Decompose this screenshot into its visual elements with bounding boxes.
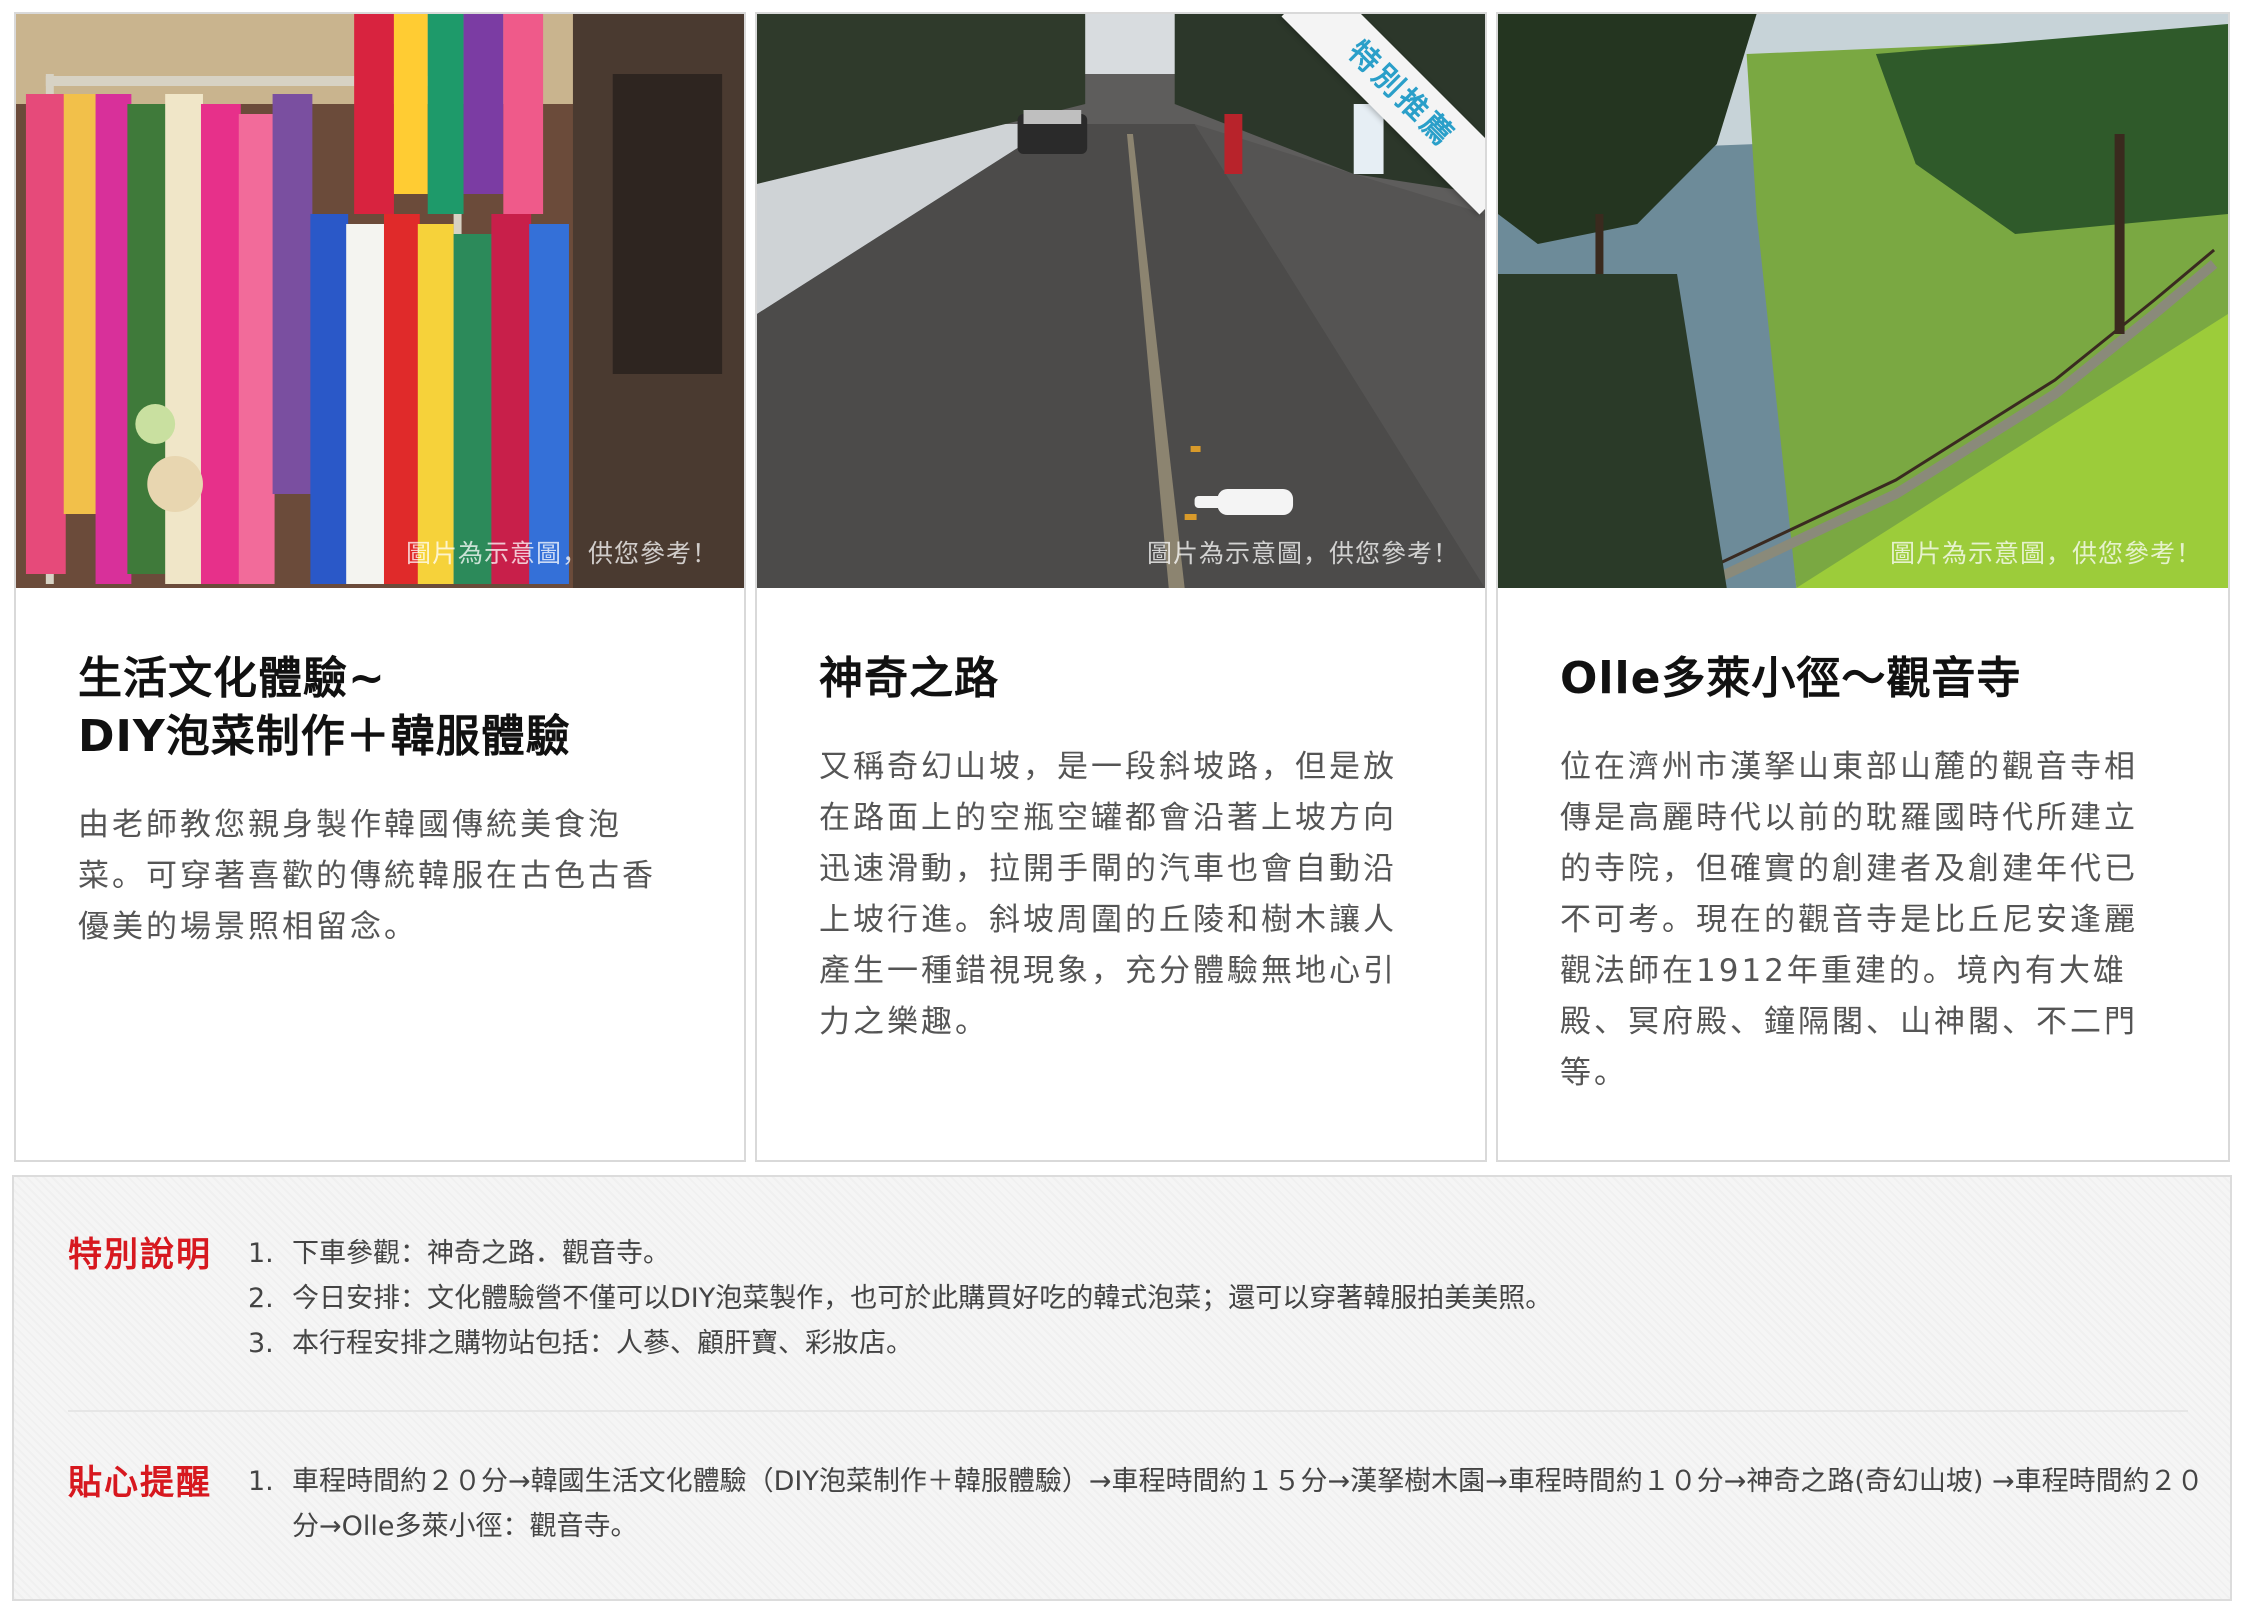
hanbok-illustration: [16, 14, 744, 588]
list-item-number: 1.: [248, 1466, 274, 1497]
section-divider: [68, 1410, 2188, 1412]
reminders-heading: 貼心提醒: [68, 1463, 212, 1503]
recommended-ribbon: 特別推薦: [1275, 14, 1485, 224]
photo-disclaimer: 圖片為示意圖，供您參考！: [1146, 539, 1459, 568]
card-title-line1: 生活文化體驗~: [78, 653, 386, 704]
photo-disclaimer: 圖片為示意圖，供您參考！: [405, 539, 718, 568]
card-description: 由老師教您親身製作韓國傳統美食泡菜。可穿著喜歡的傳統韓服在古色古香優美的場景照相…: [78, 807, 656, 945]
card-description: 位在濟州市漢拏山東部山麓的觀音寺相傳是高麗時代以前的耽羅國時代所建立的寺院，但確…: [1560, 749, 2138, 1091]
list-item-number: 3.: [248, 1328, 274, 1359]
coast-illustration: [1498, 14, 2228, 588]
card-description: 又稱奇幻山坡，是一段斜坡路，但是放在路面上的空瓶空罐都會沿著上坡方向迅速滑動，拉…: [819, 749, 1397, 1040]
hanbok-rack-photo: 圖片為示意圖，供您參考！: [16, 14, 744, 588]
attraction-cards: 圖片為示意圖，供您參考！ 生活文化體驗~ DIY泡菜制作＋韓服體驗 由老師教您親…: [14, 12, 2230, 1162]
olle-trail-photo: 圖片為示意圖，供您參考！: [1498, 14, 2228, 588]
list-item-text: 本行程安排之購物站包括：人蔘、顧肝寶、彩妝店。: [292, 1328, 913, 1359]
list-item-text: 車程時間約２０分→韓國生活文化體驗（DIY泡菜制作＋韓服體驗）→車程時間約１５分…: [292, 1466, 2204, 1542]
card-title[interactable]: 生活文化體驗~ DIY泡菜制作＋韓服體驗: [78, 650, 682, 766]
list-item-text: 今日安排：文化體驗營不僅可以DIY泡菜製作，也可於此購買好吃的韓式泡菜；還可以穿…: [292, 1283, 1553, 1314]
recommended-label: 特別推薦: [1281, 14, 1485, 215]
list-item-text: 下車參觀：神奇之路．觀音寺。: [292, 1238, 670, 1269]
card-title[interactable]: 神奇之路: [819, 650, 1423, 708]
card-olle-trail[interactable]: 圖片為示意圖，供您參考！ Olle多萊小徑～觀音寺 位在濟州市漢拏山東部山麓的觀…: [1496, 12, 2230, 1162]
list-item: 3. 本行程安排之購物站包括：人蔘、顧肝寶、彩妝店。: [248, 1321, 2208, 1366]
special-notes-list: 1. 下車參觀：神奇之路．觀音寺。 2. 今日安排：文化體驗營不僅可以DIY泡菜…: [248, 1231, 2208, 1366]
list-item: 1. 車程時間約２０分→韓國生活文化體驗（DIY泡菜制作＋韓服體驗）→車程時間約…: [248, 1459, 2208, 1549]
mystery-road-photo: 特別推薦 圖片為示意圖，供您參考！: [757, 14, 1485, 588]
card-mystery-road[interactable]: 特別推薦 圖片為示意圖，供您參考！ 神奇之路 又稱奇幻山坡，是一段斜坡路，但是放…: [755, 12, 1487, 1162]
list-item-number: 1.: [248, 1238, 274, 1269]
card-title[interactable]: Olle多萊小徑～觀音寺: [1560, 650, 2166, 708]
card-title-line2: DIY泡菜制作＋韓服體驗: [78, 711, 571, 762]
list-item: 1. 下車參觀：神奇之路．觀音寺。: [248, 1231, 2208, 1276]
reminders-list: 1. 車程時間約２０分→韓國生活文化體驗（DIY泡菜制作＋韓服體驗）→車程時間約…: [248, 1459, 2208, 1549]
notes-panel: 特別說明 1. 下車參觀：神奇之路．觀音寺。 2. 今日安排：文化體驗營不僅可以…: [12, 1175, 2232, 1601]
list-item: 2. 今日安排：文化體驗營不僅可以DIY泡菜製作，也可於此購買好吃的韓式泡菜；還…: [248, 1276, 2208, 1321]
photo-disclaimer: 圖片為示意圖，供您參考！: [1889, 539, 2202, 568]
list-item-number: 2.: [248, 1283, 274, 1314]
card-culture-experience[interactable]: 圖片為示意圖，供您參考！ 生活文化體驗~ DIY泡菜制作＋韓服體驗 由老師教您親…: [14, 12, 746, 1162]
special-notes-heading: 特別說明: [68, 1235, 212, 1275]
